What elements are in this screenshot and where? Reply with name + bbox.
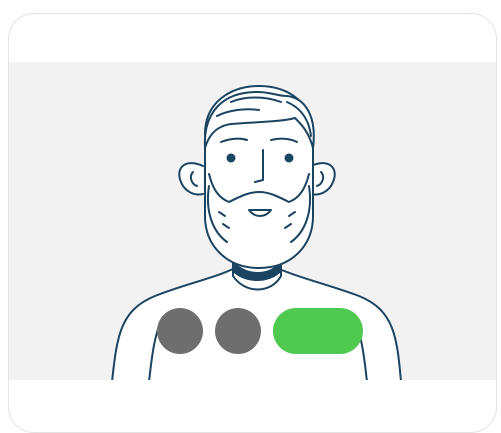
video-call-card (8, 13, 497, 433)
video-tile (9, 62, 496, 380)
call-controls (157, 308, 363, 354)
control-button-1[interactable] (157, 308, 203, 354)
control-button-2[interactable] (215, 308, 261, 354)
control-button-3[interactable] (273, 308, 363, 354)
